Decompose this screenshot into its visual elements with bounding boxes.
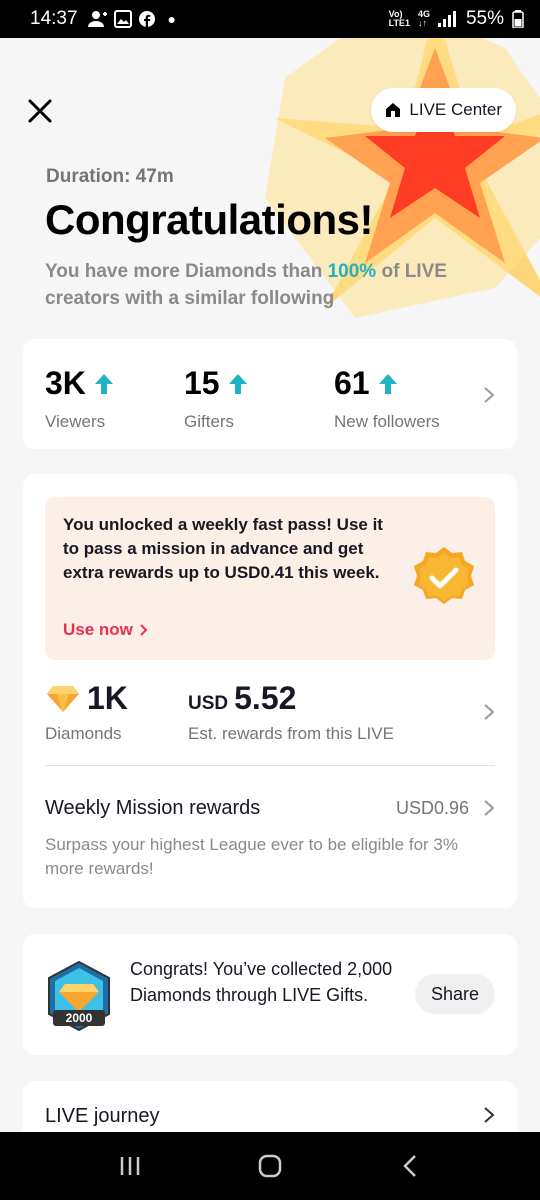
subtitle: You have more Diamonds than 100% of LIVE… [45, 258, 515, 312]
fast-pass-banner: You unlocked a weekly fast pass! Use it … [45, 497, 495, 660]
weekly-mission-title[interactable]: Weekly Mission rewards [45, 797, 260, 820]
share-label: Share [430, 983, 479, 1004]
home-circle-icon [258, 1154, 282, 1178]
net-type: 4G ↓↑ [418, 10, 430, 28]
use-now-label: Use now [63, 620, 133, 639]
live-journey-title: LIVE journey [45, 1105, 160, 1127]
weekly-mission-description: Surpass your highest League ever to be e… [45, 835, 458, 878]
fast-pass-text: You unlocked a weekly fast pass! Use it … [63, 515, 383, 582]
followers-value: 61 [334, 365, 370, 401]
live-center-label: LIVE Center [409, 100, 502, 119]
battery-icon [512, 10, 524, 28]
close-icon [28, 99, 52, 123]
usd-value: 5.52 [234, 680, 297, 716]
home-icon [386, 103, 401, 117]
achievement-card: 2000 Congrats! You’ve collected 2,000 Di… [23, 934, 517, 1055]
diamonds-value: 1K [87, 680, 128, 716]
diamond-milestone-badge-icon: 2000 [48, 960, 110, 1032]
network-indicator: Vo) LTE1 [389, 10, 410, 28]
stat-new-followers: 61 New followers [334, 365, 440, 432]
diamonds-row[interactable]: 1K Diamonds USD 5.52 Est. rewards from t… [23, 674, 517, 754]
badge-number: 2000 [66, 1011, 93, 1025]
usd-label: Est. rewards from this LIVE [188, 724, 394, 743]
subtitle-highlight: 100% [327, 261, 377, 282]
weekly-mission-value[interactable]: USD0.96 [396, 798, 469, 819]
stat-gifters: 15 Gifters [184, 365, 248, 432]
battery-percent: 55% [465, 8, 504, 29]
gallery-icon [113, 10, 132, 28]
notification-icons: ● [87, 10, 177, 28]
facebook-icon [138, 11, 155, 27]
back-button[interactable] [395, 1151, 425, 1181]
home-button[interactable] [255, 1151, 285, 1181]
arrow-up-icon [228, 373, 247, 394]
viewers-value: 3K [45, 365, 86, 401]
arrow-up-icon [378, 373, 397, 394]
rewards-card: You unlocked a weekly fast pass! Use it … [23, 474, 517, 908]
diamonds-value-wrap: 1K [47, 680, 128, 717]
gifters-label: Gifters [184, 412, 235, 431]
diamonds-label: Diamonds [45, 724, 122, 743]
close-button[interactable] [24, 95, 56, 127]
status-time: 14:37 [30, 8, 78, 29]
system-nav-bar [0, 1132, 540, 1200]
usd-value-wrap: USD 5.52 [188, 680, 296, 717]
chevron-right-icon [484, 1107, 495, 1123]
subtitle-pre: You have more Diamonds than [45, 261, 328, 282]
chevron-right-icon[interactable] [482, 798, 496, 818]
duration-text: Duration: 47m [46, 166, 174, 187]
use-now-link[interactable]: Use now [63, 620, 149, 640]
stat-viewers: 3K Viewers [45, 365, 114, 432]
status-bar: 14:37 ● Vo) LTE1 4G ↓↑ 55% [0, 0, 540, 38]
gifters-value: 15 [184, 365, 220, 401]
lte-label: LTE1 [388, 18, 410, 28]
diamond-icon [47, 685, 79, 712]
person-add-icon [87, 11, 107, 27]
data-arrows-icon: ↓↑ [417, 18, 427, 28]
live-center-button[interactable]: LIVE Center [371, 88, 516, 132]
signal-icon [437, 11, 456, 27]
viewers-label: Viewers [45, 412, 106, 431]
dot-icon: ● [167, 11, 177, 27]
chevron-right-icon [484, 387, 495, 403]
divider [45, 765, 495, 766]
recents-icon [120, 1157, 140, 1175]
followers-label: New followers [334, 412, 440, 431]
usd-currency: USD [188, 693, 229, 714]
arrow-up-icon [94, 373, 113, 394]
verified-badge-icon [414, 547, 474, 604]
back-icon [403, 1155, 416, 1177]
stats-card[interactable]: 3K Viewers 15 Gifters 61 New followers [23, 339, 517, 449]
share-button[interactable]: Share [414, 974, 495, 1014]
chevron-right-icon [140, 624, 148, 636]
recents-button[interactable] [115, 1151, 145, 1181]
chevron-right-icon [484, 704, 495, 720]
page-title: Congratulations! [45, 196, 373, 243]
achievement-text: Congrats! You’ve collected 2,000 Diamond… [130, 959, 393, 1005]
